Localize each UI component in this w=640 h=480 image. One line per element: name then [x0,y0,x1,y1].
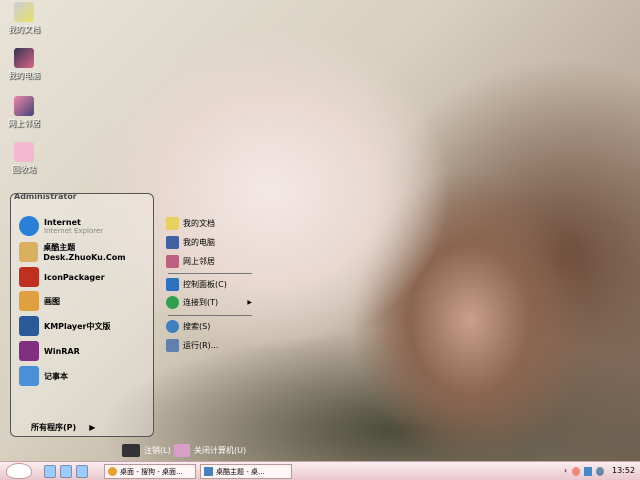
recycle-bin-icon [14,142,34,162]
start-menu: Administrator Internet Internet Explorer … [4,192,254,457]
my-computer-icon [14,48,34,68]
shutdown-button[interactable]: 关闭计算机(U) [174,444,246,457]
control-panel-icon [166,278,179,291]
logoff-button[interactable]: 注销(L) [122,444,171,457]
program-notepad[interactable]: 记事本 [19,366,68,386]
tray-qq-icon[interactable] [572,467,580,476]
programs-pane: Internet Internet Explorer 桌酷主题Desk.ZhuoK… [10,193,154,437]
program-kmplayer[interactable]: KMPlayer中文版 [19,316,111,336]
globe-icon [166,296,179,309]
my-documents-icon [166,217,179,230]
zhuoku-icon [19,242,39,262]
place-search[interactable]: 搜索(S) [166,320,210,333]
program-paint[interactable]: 画图 [19,291,60,311]
search-icon [166,320,179,333]
program-zhuoku[interactable]: 桌酷主题Desk.ZhuoKu.Com [19,242,153,262]
ie-icon [19,216,39,236]
program-winrar[interactable]: WinRAR [19,341,80,361]
place-control-panel[interactable]: 控制面板(C) [166,278,227,291]
separator [168,315,252,316]
network-icon [166,255,179,268]
task-button-2[interactable]: 桌酷主题 - 桌... [200,464,292,479]
tray-network-icon[interactable] [584,467,592,476]
start-button[interactable] [6,463,32,479]
place-my-documents[interactable]: 我的文档 [166,217,215,230]
chrome-icon [108,467,117,476]
program-internet[interactable]: Internet Internet Explorer [19,216,103,236]
tray-shield-icon[interactable] [596,467,604,476]
all-programs-button[interactable]: 所有程序(P) ▶ [31,422,95,433]
place-my-computer[interactable]: 我的电脑 [166,236,215,249]
winrar-icon [19,341,39,361]
tray-expand-icon[interactable]: ‹ [564,466,567,475]
place-network[interactable]: 网上邻居 [166,255,215,268]
quicklaunch-desktop-icon[interactable] [76,465,88,478]
place-connect-to[interactable]: 连接到(T) ▶ [166,296,252,309]
power-icon [174,444,190,457]
desktop-icon-recycle-bin[interactable]: 回收站 [4,142,44,175]
task-button-1[interactable]: 桌面 - 搜狗 - 桌面... [104,464,196,479]
arrow-right-icon: ▶ [89,423,96,432]
my-computer-icon [166,236,179,249]
desktop-icon-my-documents[interactable]: 我的文档 [4,2,44,35]
place-run[interactable]: 运行(R)... [166,339,218,352]
desktop-icon-my-computer[interactable]: 我的电脑 [4,48,44,81]
paint-icon [19,291,39,311]
network-icon [14,96,34,116]
kmplayer-icon [19,316,39,336]
arrow-right-icon: ▶ [247,299,252,306]
clock[interactable]: 13:52 [612,466,635,475]
window-icon [204,467,213,476]
iconpackager-icon [19,267,39,287]
run-icon [166,339,179,352]
separator [168,273,252,274]
logoff-icon [122,444,140,457]
taskbar: 桌面 - 搜狗 - 桌面... 桌酷主题 - 桌... ‹ 13:52 [0,461,640,480]
desktop-icon-network[interactable]: 网上邻居 [4,96,44,129]
quicklaunch-media-icon[interactable] [60,465,72,478]
my-documents-icon [14,2,34,22]
quicklaunch-ie-icon[interactable] [44,465,56,478]
program-iconpackager[interactable]: IconPackager [19,267,105,287]
notepad-icon [19,366,39,386]
